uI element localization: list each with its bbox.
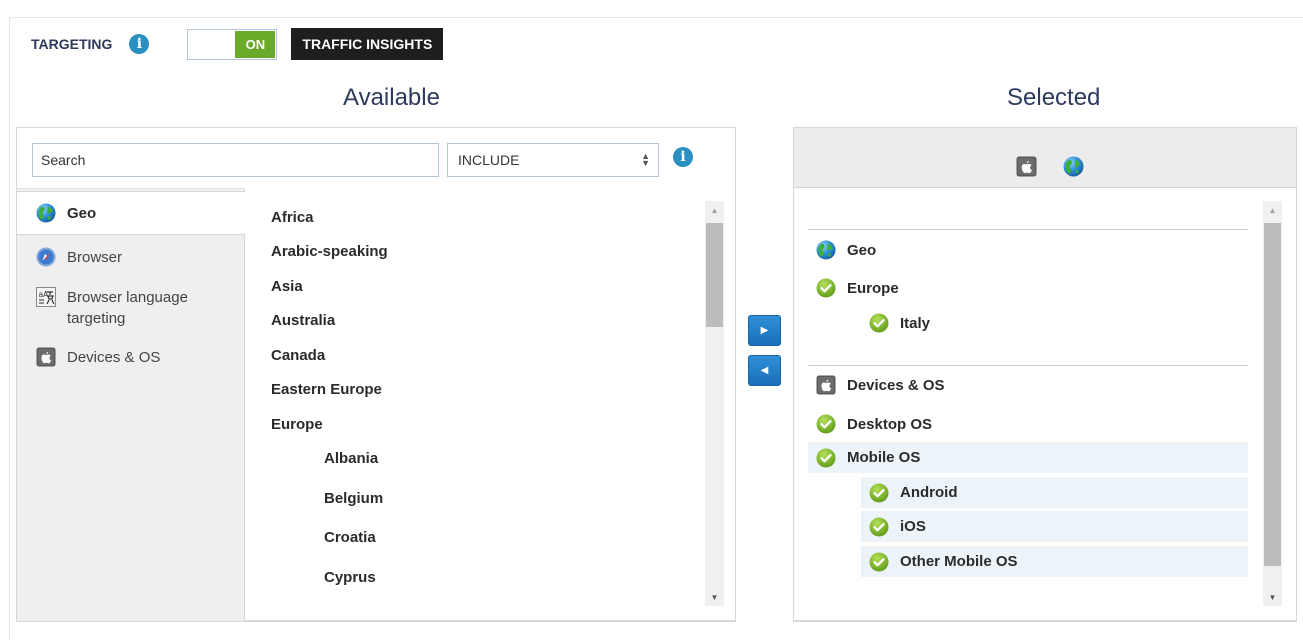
targeting-label: TARGETING [31,36,113,52]
selected-scrollbar[interactable]: ▲ ▼ [1263,201,1282,606]
group-divider [808,229,1248,230]
include-exclude-select[interactable]: INCLUDE ▲ ▼ [447,143,659,177]
category-browser-language[interactable]: Browser language targeting [17,287,244,329]
geo-item-cyprus[interactable]: Cyprus [324,569,376,586]
globe-icon [36,203,56,223]
category-devices-os[interactable]: Devices & OS [17,346,244,368]
check-icon [816,278,836,298]
targeting-header: TARGETING i ON TRAFFIC INSIGHTS [31,28,444,60]
group-divider [808,365,1248,366]
info-icon[interactable]: i [129,34,150,54]
selected-title: Selected [1007,84,1101,111]
targeting-toggle[interactable]: ON [187,28,278,60]
selected-item-ios[interactable]: iOS [861,511,1248,542]
apple-device-icon [816,375,836,395]
geo-item-eastern-europe[interactable]: Eastern Europe [271,381,382,398]
group-label: Geo [847,241,877,259]
check-icon [816,448,836,468]
selected-item-other-mobile-os[interactable]: Other Mobile OS [861,546,1248,577]
apple-device-icon [36,347,56,367]
item-label: Europe [847,279,899,297]
geo-item-africa[interactable]: Africa [271,209,314,226]
traffic-insights-button[interactable]: TRAFFIC INSIGHTS [291,28,444,60]
scroll-down-icon[interactable]: ▼ [705,588,724,606]
remove-from-selected-button[interactable]: ◀ [748,355,781,386]
category-browser[interactable]: Browser [17,246,244,268]
item-label: Desktop OS [847,415,933,433]
category-label: Browser language targeting [67,289,188,327]
check-icon [869,552,889,572]
scrollbar-thumb[interactable] [1264,223,1281,566]
category-geo[interactable]: Geo [17,191,245,235]
scroll-down-icon[interactable]: ▼ [1263,588,1282,606]
category-label: Browser [67,248,123,266]
geo-item-albania[interactable]: Albania [324,450,378,467]
selected-item-europe[interactable]: Europe [816,277,899,299]
browser-icon [36,247,56,267]
category-list: Geo Browser Browser language targeting D… [17,188,245,621]
available-scrollbar[interactable]: ▲ ▼ [705,201,724,606]
item-label: Android [900,484,958,501]
globe-icon [816,240,836,260]
item-label: Mobile OS [847,449,921,466]
group-label: Devices & OS [847,376,945,394]
globe-icon[interactable] [1063,156,1084,177]
selected-panel: Geo Europe Italy Devices & OS Desktop OS… [793,127,1297,622]
filter-info-icon[interactable]: i [673,147,693,167]
selected-item-mobile-os[interactable]: Mobile OS [808,442,1248,473]
selected-group-geo: Geo [816,239,876,261]
select-arrows-icon: ▲ ▼ [641,151,650,168]
check-icon [869,313,889,333]
apple-device-icon[interactable] [1016,156,1037,177]
check-icon [816,414,836,434]
selected-item-italy[interactable]: Italy [869,312,930,334]
category-label: Devices & OS [67,348,161,366]
add-to-selected-button[interactable]: ▶ [748,315,781,346]
search-input[interactable] [32,143,439,177]
arrow-left-icon: ◀ [760,365,769,376]
available-title: Available [343,84,440,111]
item-label: iOS [900,518,926,535]
selected-item-desktop-os[interactable]: Desktop OS [816,413,932,435]
scroll-up-icon[interactable]: ▲ [1263,201,1282,219]
geo-item-asia[interactable]: Asia [271,278,303,295]
language-icon [36,287,56,307]
geo-item-europe[interactable]: Europe [271,416,323,433]
geo-item-australia[interactable]: Australia [271,312,335,329]
available-panel: INCLUDE ▲▼ i Geo Browser Browser languag… [16,127,736,622]
scroll-up-icon[interactable]: ▲ [705,201,724,219]
check-icon [869,517,889,537]
geo-item-belgium[interactable]: Belgium [324,490,383,507]
scrollbar-thumb[interactable] [706,223,723,327]
geo-item-list: Africa Arabic-speaking Asia Australia Ca… [246,188,706,621]
toggle-on-state: ON [235,30,276,58]
check-icon [869,483,889,503]
selected-group-devices-os: Devices & OS [816,374,945,396]
selected-header [794,128,1296,188]
geo-item-canada[interactable]: Canada [271,347,325,364]
arrow-right-icon: ▶ [760,325,769,336]
geo-item-croatia[interactable]: Croatia [324,529,376,546]
item-label: Other Mobile OS [900,553,1018,570]
geo-item-arabic-speaking[interactable]: Arabic-speaking [271,243,388,260]
selected-item-android[interactable]: Android [861,477,1248,508]
item-label: Italy [900,314,931,332]
mode-select-value: INCLUDE [458,152,520,168]
category-label: Geo [67,204,97,222]
